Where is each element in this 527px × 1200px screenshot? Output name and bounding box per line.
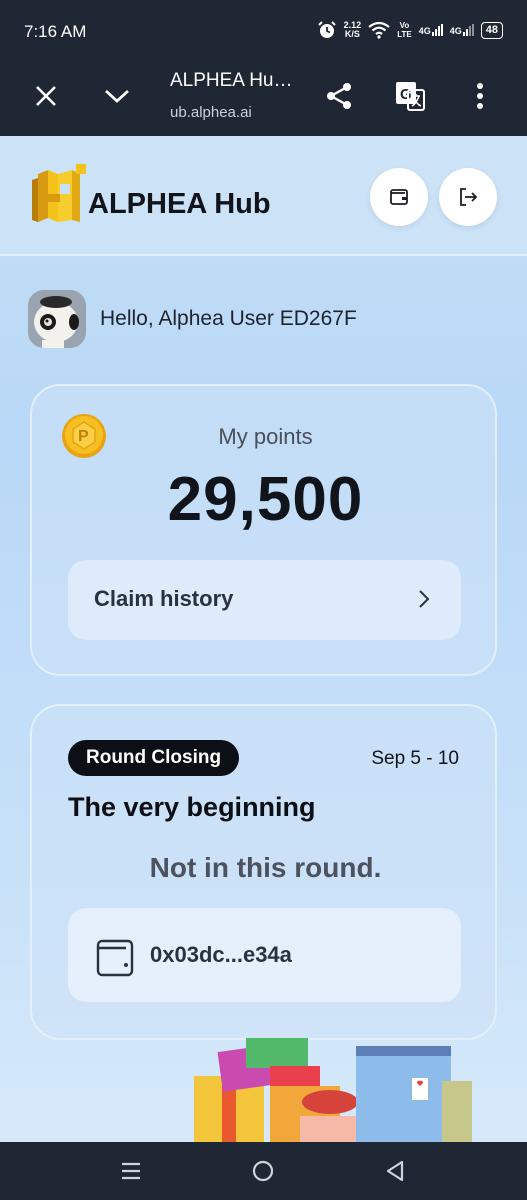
home-button[interactable]: [248, 1156, 278, 1186]
signal-bars-icon: [431, 24, 443, 36]
share-button[interactable]: [319, 76, 359, 116]
hub-title: ALPHEA Hub: [88, 188, 271, 220]
round-status-badge: Round Closing: [68, 740, 240, 776]
signal-1: 4G: [419, 24, 443, 36]
browser-toolbar: ALPHEA Hu… ub.alphea.ai G: [0, 58, 527, 136]
round-participation-status: Not in this round.: [149, 852, 382, 883]
alarm-icon: [317, 21, 336, 38]
points-card: P My points 29,500 Claim history: [30, 384, 497, 676]
recent-apps-button[interactable]: [116, 1156, 146, 1186]
wallet-button[interactable]: [370, 168, 428, 226]
wallet-icon: [390, 189, 408, 205]
close-icon: [36, 86, 56, 106]
menu-icon: [122, 1162, 140, 1180]
gifts-illustration: [194, 1038, 472, 1142]
user-greeting: Hello, Alphea User ED267F: [28, 290, 357, 348]
battery-indicator: 48: [480, 21, 503, 39]
alphea-logo: [26, 164, 88, 231]
status-bar: 7:16 AM 2.12 K/S Vo LTE 4G 4G 48: [0, 0, 527, 58]
chevron-right-icon: [419, 590, 430, 608]
points-label: My points: [218, 424, 313, 449]
logout-button[interactable]: [439, 168, 497, 226]
home-circle-icon: [252, 1160, 274, 1182]
points-value: 29,500: [167, 465, 364, 534]
minimize-button[interactable]: [97, 76, 137, 116]
signal-1-label: 4G: [418, 26, 431, 36]
wallet-icon: [96, 939, 134, 977]
network-speed: 2.12 K/S: [344, 21, 362, 39]
more-vertical-icon: [477, 83, 483, 109]
hub-header: ALPHEA Hub: [0, 136, 527, 256]
system-nav-bar: [0, 1142, 527, 1200]
volte-top: Vo: [399, 21, 410, 30]
claim-history-button[interactable]: Claim history: [68, 560, 461, 640]
network-speed-unit: K/S: [344, 29, 360, 39]
signal-2: 4G: [450, 24, 474, 36]
share-icon: [327, 83, 351, 109]
chevron-down-icon: [105, 89, 129, 103]
page-url[interactable]: ub.alphea.ai: [170, 104, 252, 121]
back-triangle-icon: [386, 1160, 404, 1182]
status-icons: 2.12 K/S Vo LTE 4G 4G 48: [317, 20, 503, 40]
svg-text:G: G: [400, 86, 412, 103]
signal-bars-icon: [462, 24, 474, 36]
volte-bottom: LTE: [397, 30, 412, 39]
round-card: Round Closing Sep 5 - 10 The very beginn…: [30, 704, 497, 1040]
alphea-logo-icon: [32, 164, 86, 222]
logout-icon: [460, 188, 478, 206]
claim-history-label: Claim history: [94, 586, 234, 611]
round-dates: Sep 5 - 10: [371, 748, 459, 769]
volte-indicator: Vo LTE: [397, 21, 412, 39]
avatar-robot-icon: [28, 290, 86, 348]
back-button[interactable]: [380, 1156, 410, 1186]
close-tab-button[interactable]: [26, 76, 66, 116]
web-content: ALPHEA Hub Hello, Alphea User ED267F P M…: [0, 136, 527, 1142]
status-time: 7:16 AM: [24, 22, 87, 41]
wallet-address: 0x03dc...e34a: [150, 942, 292, 967]
more-options-button[interactable]: [460, 76, 500, 116]
translate-button[interactable]: G: [390, 76, 430, 116]
page-title: ALPHEA Hu…: [170, 70, 293, 91]
round-title: The very beginning: [68, 792, 316, 822]
translate-icon: G: [396, 82, 425, 111]
avatar[interactable]: [28, 290, 86, 348]
signal-2-label: 4G: [449, 26, 462, 36]
greeting-text: Hello, Alphea User ED267F: [100, 307, 357, 330]
wifi-icon: [368, 21, 390, 39]
wallet-address-box[interactable]: 0x03dc...e34a: [68, 908, 461, 1002]
